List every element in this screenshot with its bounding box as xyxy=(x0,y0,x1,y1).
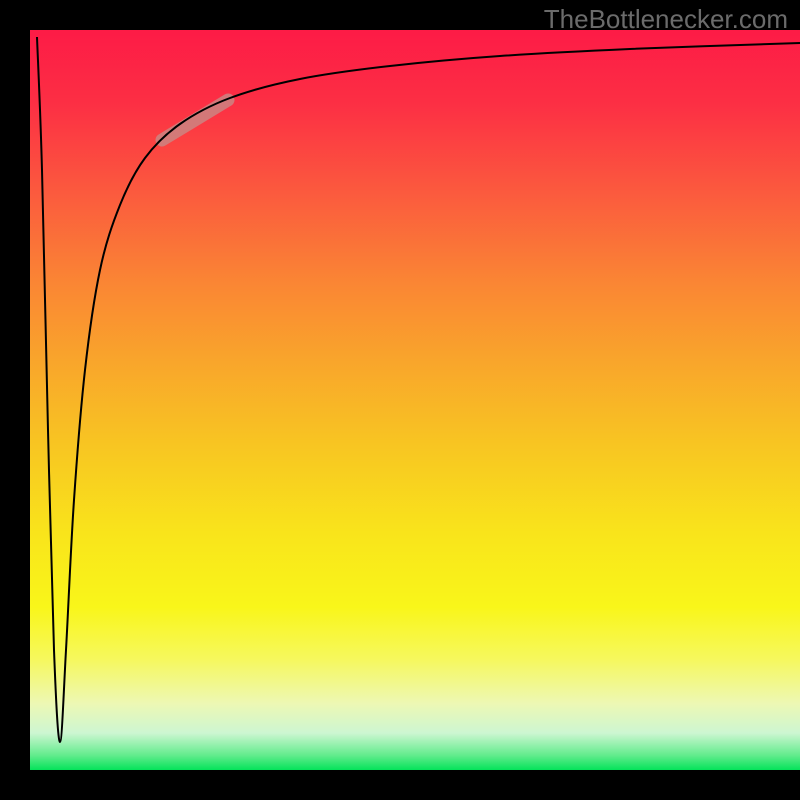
highlight-segment xyxy=(162,100,228,140)
plot-area xyxy=(30,30,800,770)
watermark-text: TheBottlenecker.com xyxy=(544,4,788,35)
bottleneck-curve xyxy=(37,37,800,742)
curve-layer xyxy=(30,30,800,770)
